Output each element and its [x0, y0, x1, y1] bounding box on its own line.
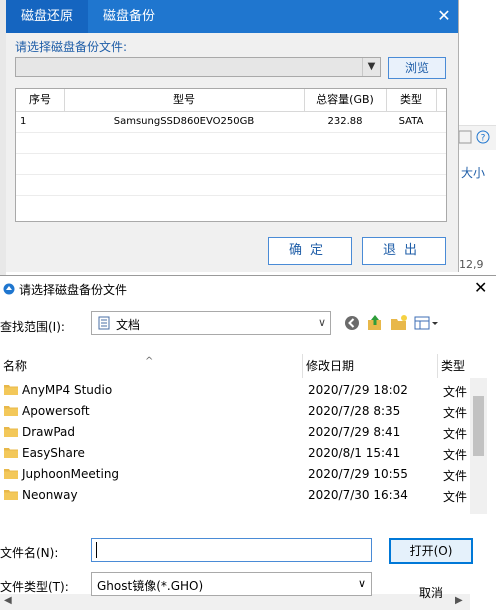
file-date: 2020/7/30 16:34	[308, 488, 408, 502]
cell-index: 1	[20, 116, 27, 127]
look-in-label: 查找范围(I):	[0, 320, 65, 334]
dialog-title: 请选择磁盘备份文件	[19, 283, 128, 297]
chevron-down-icon[interactable]: ▼	[362, 58, 380, 76]
new-folder-icon[interactable]	[389, 313, 409, 333]
cell-type: SATA	[398, 116, 424, 127]
folder-icon	[4, 490, 18, 500]
view-menu-icon[interactable]	[413, 313, 441, 333]
folder-icon	[4, 385, 18, 395]
look-in-select[interactable]: 文档 ∨	[91, 311, 331, 335]
file-type: 文件	[443, 406, 468, 420]
file-type: 文件	[443, 385, 468, 399]
background-window: ?	[458, 0, 496, 275]
filetype-select[interactable]: Ghost镜像(*.GHO) ∨	[91, 572, 372, 596]
file-name: JuphoonMeeting	[22, 467, 120, 481]
dialog-title-bar: 请选择磁盘备份文件 ✕	[0, 276, 496, 302]
list-item[interactable]: JuphoonMeeting 2020/7/29 10:55 文件	[0, 464, 470, 485]
svg-text:?: ?	[481, 134, 486, 144]
cell-capacity: 232.88	[327, 116, 363, 127]
cancel-button[interactable]: 取消	[389, 580, 473, 606]
cell-model: SamsungSSD860EVO250GB	[113, 116, 255, 127]
table-header: 序号 型号 总容量(GB) 类型	[16, 89, 446, 112]
column-header-capacity[interactable]: 总容量(GB)	[304, 89, 387, 111]
filename-input[interactable]	[91, 538, 372, 562]
vertical-scrollbar[interactable]	[470, 378, 487, 514]
folder-icon	[4, 406, 18, 416]
column-header-index[interactable]: 序号	[16, 89, 65, 111]
disk-table: 序号 型号 总容量(GB) 类型 1 SamsungSSD860EVO250GB…	[15, 88, 447, 222]
documents-folder-icon	[98, 316, 110, 330]
table-row[interactable]: 1 SamsungSSD860EVO250GB 232.88 SATA	[16, 112, 446, 133]
file-date: 2020/7/29 8:41	[308, 425, 401, 439]
tab-disk-restore[interactable]: 磁盘还原	[6, 0, 88, 33]
list-item[interactable]: Apowersoft 2020/7/28 8:35 文件	[0, 401, 470, 422]
column-header-name[interactable]: 名称 ^	[0, 354, 303, 378]
table-row-empty	[16, 175, 446, 196]
close-icon[interactable]: ✕	[436, 8, 452, 24]
file-open-dialog: 请选择磁盘备份文件 ✕ 查找范围(I): 文档 ∨ 名称 ^ 修改日期 类型 A…	[0, 275, 496, 614]
look-in-value: 文档	[116, 318, 141, 332]
folder-icon	[4, 469, 18, 479]
backup-file-select[interactable]: ▼	[15, 57, 381, 77]
text-caret	[96, 542, 97, 558]
file-name: EasyShare	[22, 446, 85, 460]
filetype-value: Ghost镜像(*.GHO)	[97, 579, 204, 593]
filetype-label: 文件类型(T):	[0, 580, 69, 594]
file-type: 文件	[443, 427, 468, 441]
table-row-empty	[16, 133, 446, 154]
file-type: 文件	[443, 490, 468, 504]
table-row-empty	[16, 196, 446, 216]
scroll-left-icon[interactable]: ◀	[4, 595, 12, 606]
file-name: AnyMP4 Studio	[22, 383, 113, 397]
scrollbar-thumb[interactable]	[473, 396, 484, 456]
folder-icon	[4, 427, 18, 437]
app-icon	[3, 283, 15, 295]
file-list: 名称 ^ 修改日期 类型 AnyMP4 Studio 2020/7/29 18:0…	[0, 354, 496, 610]
exit-button[interactable]: 退出	[362, 237, 446, 265]
file-date: 2020/7/29 10:55	[308, 467, 408, 481]
list-item[interactable]: DrawPad 2020/7/29 8:41 文件	[0, 422, 470, 443]
chevron-down-icon[interactable]: ∨	[358, 577, 366, 590]
list-item[interactable]: EasyShare 2020/8/1 15:41 文件	[0, 443, 470, 464]
column-header-name-label: 名称	[3, 359, 28, 373]
tab-disk-backup[interactable]: 磁盘备份	[88, 0, 170, 33]
file-name: Apowersoft	[22, 404, 90, 418]
sort-ascending-icon: ^	[145, 356, 154, 367]
file-name: Neonway	[22, 488, 78, 502]
column-header-size: 大小	[461, 166, 486, 180]
list-item[interactable]: AnyMP4 Studio 2020/7/29 18:02 文件	[0, 380, 470, 401]
column-header-date[interactable]: 修改日期	[303, 354, 438, 378]
file-date: 2020/8/1 15:41	[308, 446, 401, 460]
file-date: 2020/7/29 18:02	[308, 383, 408, 397]
column-header-model[interactable]: 型号	[64, 89, 305, 111]
column-header-type[interactable]: 类型	[438, 354, 470, 378]
chevron-down-icon[interactable]: ∨	[318, 316, 326, 329]
open-button[interactable]: 打开(O)	[389, 538, 473, 564]
file-type: 文件	[443, 469, 468, 483]
dialog-tab-bar: 磁盘还原 磁盘备份 ✕	[6, 0, 458, 33]
filename-label: 文件名(N):	[0, 546, 59, 560]
ok-button[interactable]: 确定	[268, 237, 352, 265]
close-icon[interactable]: ✕	[474, 278, 487, 297]
table-row-empty	[16, 154, 446, 175]
file-type: 文件	[443, 448, 468, 462]
folder-icon	[4, 448, 18, 458]
help-icon[interactable]: ?	[476, 130, 490, 144]
file-name: DrawPad	[22, 425, 76, 439]
size-value-partial: 12,9	[459, 258, 484, 271]
disk-restore-dialog: 磁盘还原 磁盘备份 ✕ 请选择磁盘备份文件: ▼ 浏览 序号 型号 总容量(GB…	[6, 0, 459, 272]
column-header-type[interactable]: 类型	[386, 89, 437, 111]
backup-file-label: 请选择磁盘备份文件:	[15, 40, 128, 54]
up-folder-icon[interactable]	[365, 313, 385, 333]
background-tool-icon	[458, 130, 472, 144]
list-item[interactable]: Neonway 2020/7/30 16:34 文件	[0, 485, 470, 506]
back-icon[interactable]	[342, 313, 362, 333]
file-date: 2020/7/28 8:35	[308, 404, 401, 418]
browse-button[interactable]: 浏览	[388, 57, 446, 79]
